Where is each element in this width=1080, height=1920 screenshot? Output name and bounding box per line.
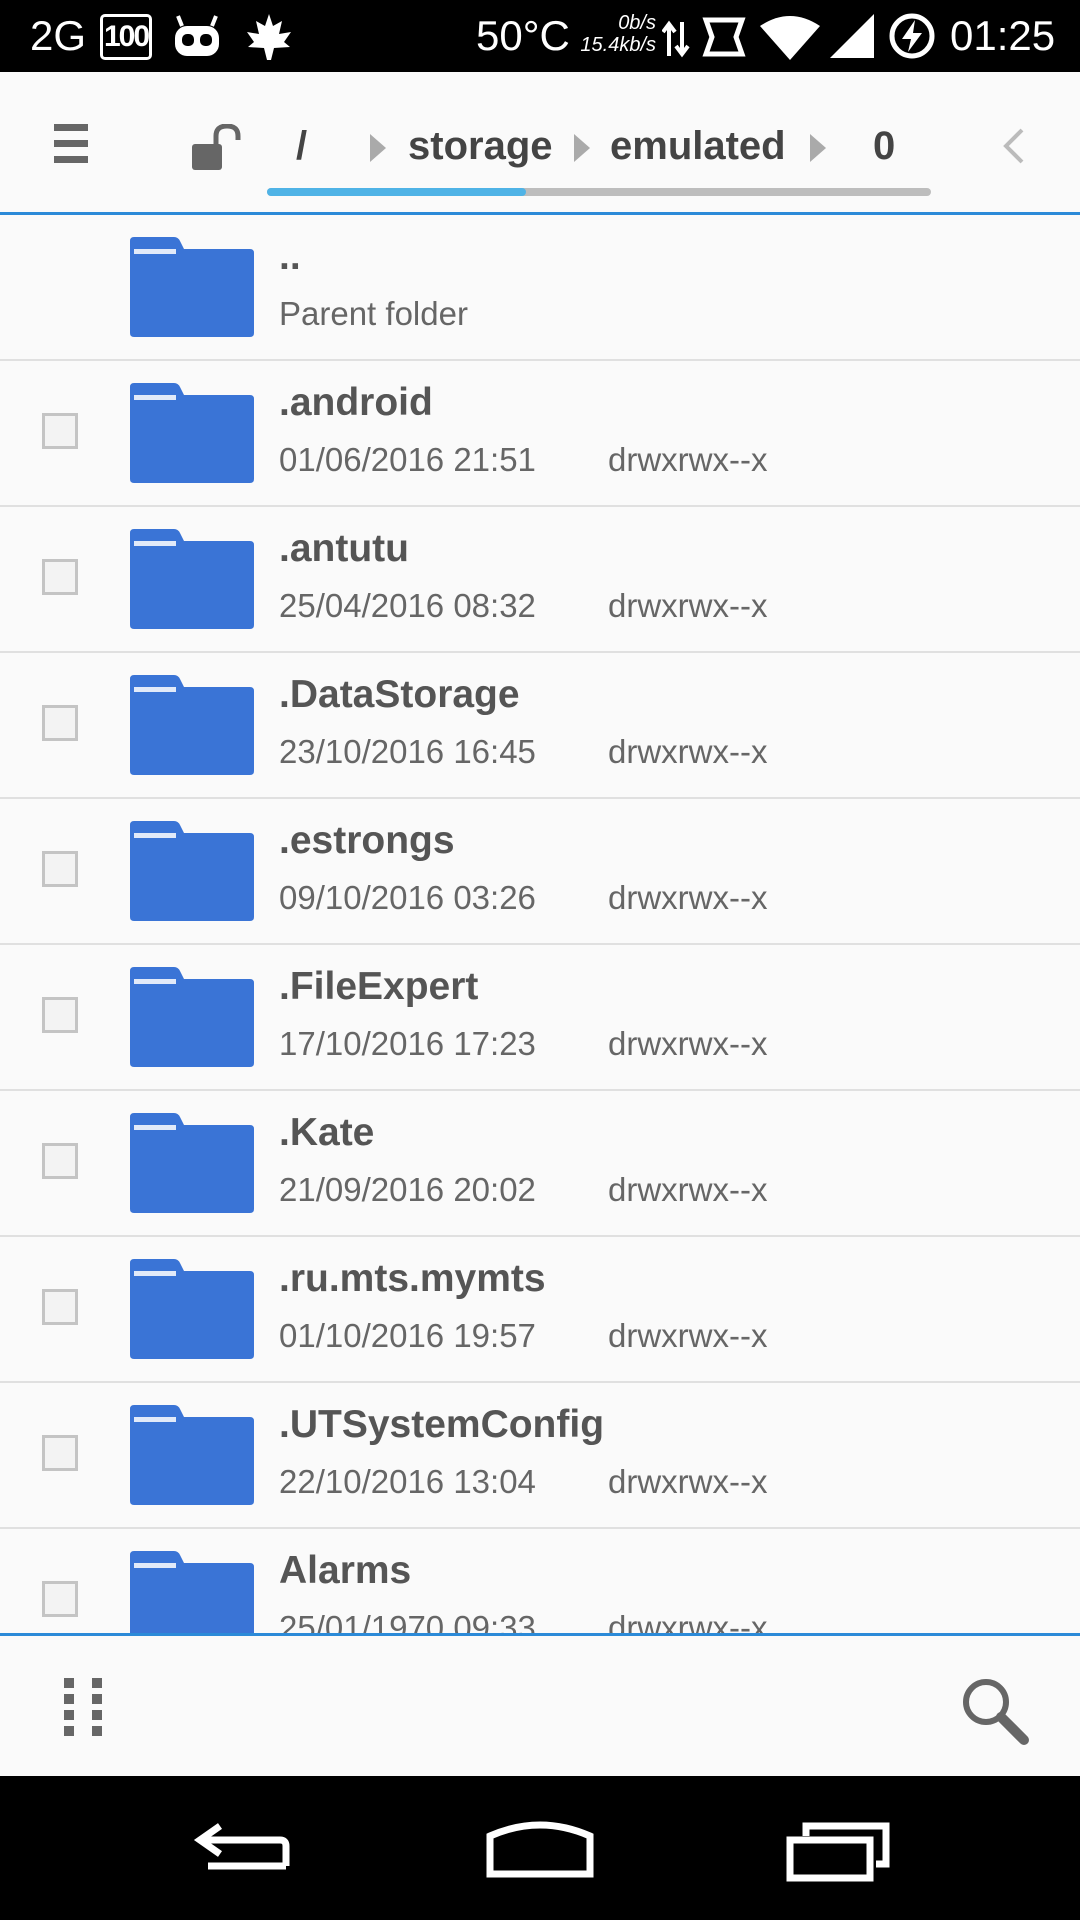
parent-folder-row[interactable]: .. Parent folder	[0, 215, 1080, 361]
parent-folder-label: Parent folder	[279, 295, 468, 332]
folder-row[interactable]: .ru.mts.mymts 01/10/2016 19:57 drwxrwx--x	[0, 1237, 1080, 1383]
temperature: 50°C	[476, 12, 570, 59]
folder-icon	[130, 967, 254, 1067]
folder-name: .DataStorage	[279, 673, 520, 716]
breadcrumb-storage[interactable]: storage	[408, 118, 553, 174]
folder-icon	[130, 237, 254, 337]
folder-row[interactable]: .estrongs 09/10/2016 03:26 drwxrwx--x	[0, 799, 1080, 945]
breadcrumb-separator-icon	[810, 134, 826, 162]
folder-date: 01/10/2016 19:57	[279, 1317, 536, 1354]
select-checkbox[interactable]	[42, 1581, 78, 1617]
breadcrumb-emulated[interactable]: emulated	[610, 118, 786, 174]
hamburger-icon[interactable]	[54, 124, 96, 168]
parent-folder-name: ..	[279, 235, 301, 278]
toolbar: / storage emulated 0	[0, 72, 1080, 215]
folder-row[interactable]: .DataStorage 23/10/2016 16:45 drwxrwx--x	[0, 653, 1080, 799]
folder-permissions: drwxrwx--x	[608, 733, 768, 770]
folder-permissions: drwxrwx--x	[608, 879, 768, 916]
navigation-bar	[0, 1776, 1080, 1920]
folder-permissions: drwxrwx--x	[608, 1463, 768, 1500]
folder-row[interactable]: .UTSystemConfig 22/10/2016 13:04 drwxrwx--…	[0, 1383, 1080, 1529]
search-icon[interactable]	[958, 1674, 1030, 1746]
folder-row[interactable]: .android 01/06/2016 21:51 drwxrwx--x	[0, 361, 1080, 507]
network-type: 2G	[30, 12, 87, 59]
breadcrumb-current[interactable]: 0	[873, 118, 895, 174]
battery-level-icon: 100	[100, 14, 152, 60]
battery-charging-icon	[889, 13, 935, 59]
folder-icon	[130, 1113, 254, 1213]
folder-permissions: drwxrwx--x	[608, 441, 768, 478]
unlocked-padlock-icon[interactable]	[190, 124, 242, 172]
folder-name: .android	[279, 381, 433, 424]
path-scrollbar-thumb[interactable]	[267, 188, 526, 196]
folder-name: .estrongs	[279, 819, 455, 862]
folder-icon	[130, 1405, 254, 1505]
folder-name: .FileExpert	[279, 965, 479, 1008]
select-checkbox[interactable]	[42, 997, 78, 1033]
home-icon[interactable]	[484, 1816, 596, 1882]
folder-date: 25/04/2016 08:32	[279, 587, 536, 624]
upload-speed: 0b/s	[618, 12, 656, 34]
sync-icon	[702, 17, 746, 57]
path-scrollbar[interactable]	[267, 188, 931, 196]
bottom-toolbar	[0, 1633, 1080, 1776]
folder-date: 23/10/2016 16:45	[279, 733, 536, 770]
folder-name: Alarms	[279, 1549, 412, 1592]
robot-mask-icon	[175, 15, 219, 56]
folder-icon	[130, 1551, 254, 1633]
breadcrumb-root[interactable]: /	[296, 118, 307, 174]
data-transfer-icon	[662, 20, 690, 58]
wifi-icon	[760, 16, 820, 60]
folder-row[interactable]: .antutu 25/04/2016 08:32 drwxrwx--x	[0, 507, 1080, 653]
folder-name: .UTSystemConfig	[279, 1403, 605, 1446]
folder-permissions: drwxrwx--x	[608, 1609, 768, 1633]
folder-date: 25/01/1970 09:33	[279, 1609, 536, 1633]
maple-leaf-icon	[247, 14, 291, 60]
folder-icon	[130, 675, 254, 775]
file-list: .. Parent folder .android 01/06/2016 21:5…	[0, 215, 1080, 1633]
folder-row[interactable]: .Kate 21/09/2016 20:02 drwxrwx--x	[0, 1091, 1080, 1237]
folder-name: .antutu	[279, 527, 409, 570]
select-checkbox[interactable]	[42, 1289, 78, 1325]
folder-name: .Kate	[279, 1111, 375, 1154]
folder-icon	[130, 1259, 254, 1359]
chevron-left-icon[interactable]	[996, 126, 1032, 166]
breadcrumb-separator-icon	[370, 134, 386, 162]
select-checkbox[interactable]	[42, 559, 78, 595]
folder-permissions: drwxrwx--x	[608, 1171, 768, 1208]
network-speed: 0b/s 15.4kb/s	[566, 12, 656, 56]
folder-date: 22/10/2016 13:04	[279, 1463, 536, 1500]
back-icon[interactable]	[186, 1816, 294, 1882]
select-checkbox[interactable]	[42, 1143, 78, 1179]
folder-icon	[130, 383, 254, 483]
folder-row[interactable]: .FileExpert 17/10/2016 17:23 drwxrwx--x	[0, 945, 1080, 1091]
select-checkbox[interactable]	[42, 413, 78, 449]
folder-permissions: drwxrwx--x	[608, 1025, 768, 1062]
folder-icon	[130, 821, 254, 921]
folder-date: 01/06/2016 21:51	[279, 441, 536, 478]
folder-date: 21/09/2016 20:02	[279, 1171, 536, 1208]
folder-name: .ru.mts.mymts	[279, 1257, 546, 1300]
breadcrumb-separator-icon	[574, 134, 590, 162]
download-speed: 15.4kb/s	[580, 34, 656, 56]
folder-permissions: drwxrwx--x	[608, 1317, 768, 1354]
recent-apps-icon[interactable]	[786, 1814, 894, 1882]
select-checkbox[interactable]	[42, 851, 78, 887]
folder-date: 17/10/2016 17:23	[279, 1025, 536, 1062]
folder-permissions: drwxrwx--x	[608, 587, 768, 624]
folder-icon	[130, 529, 254, 629]
status-bar: 2G 100 50°C 0b/s 15.4kb/s 01:25	[0, 0, 1080, 72]
clock: 01:25	[950, 12, 1056, 59]
grid-dots-icon[interactable]	[62, 1676, 106, 1740]
folder-row[interactable]: Alarms 25/01/1970 09:33 drwxrwx--x	[0, 1529, 1080, 1633]
select-checkbox[interactable]	[42, 1435, 78, 1471]
select-checkbox[interactable]	[42, 705, 78, 741]
cell-signal-icon	[830, 14, 874, 58]
folder-date: 09/10/2016 03:26	[279, 879, 536, 916]
